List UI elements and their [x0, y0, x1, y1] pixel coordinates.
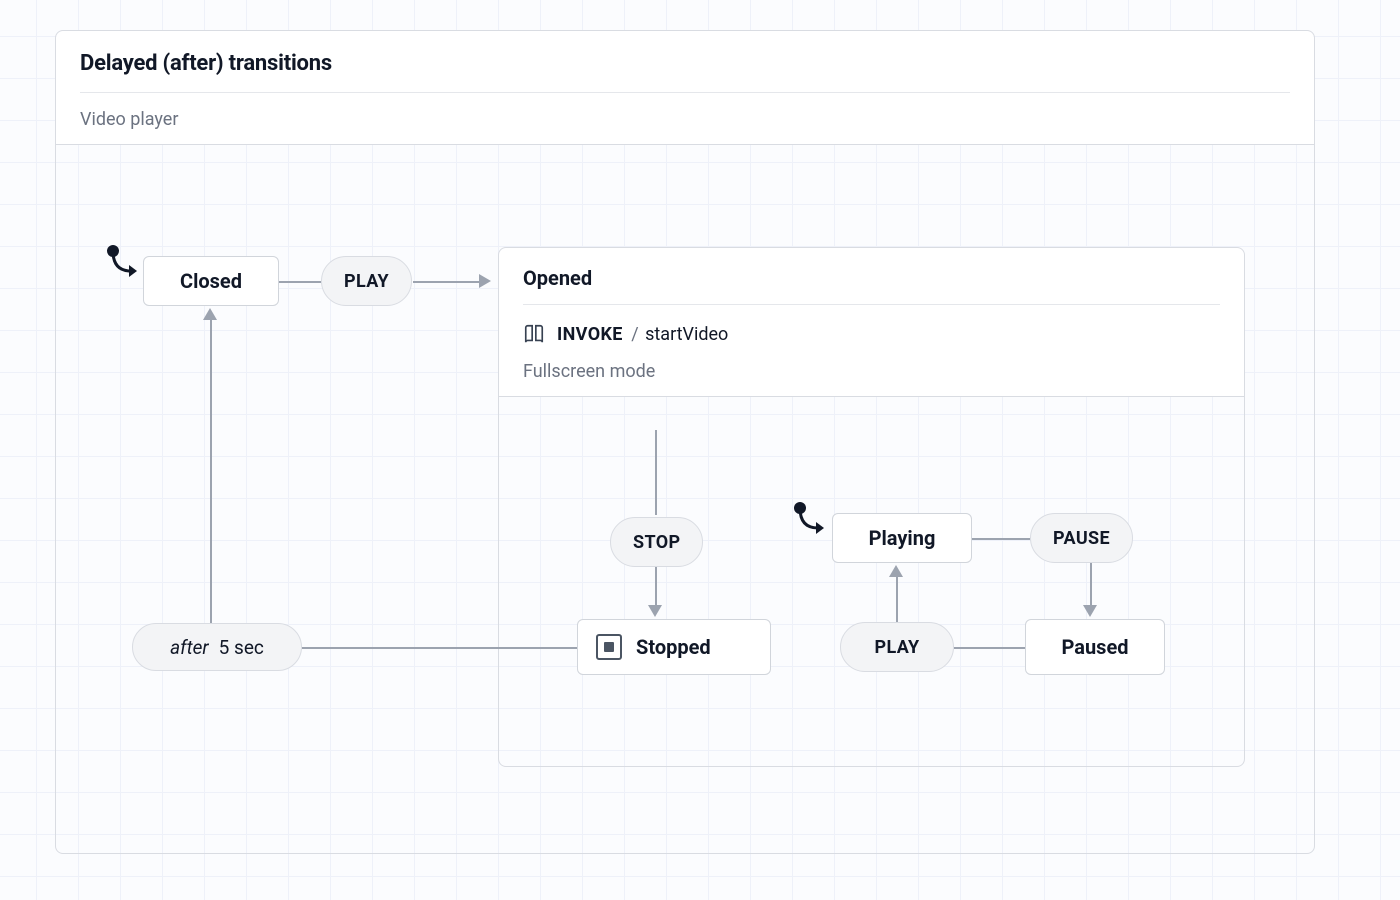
invoke-action: startVideo	[645, 324, 728, 345]
event-stop[interactable]: STOP	[610, 517, 703, 567]
state-opened-invoke: INVOKE / startVideo	[523, 305, 1220, 345]
state-paused[interactable]: Paused	[1025, 619, 1165, 675]
diagram-title: Delayed (after) transitions	[80, 51, 1290, 93]
event-after[interactable]: after 5 sec	[132, 623, 302, 671]
root-header: Delayed (after) transitions Video player	[56, 31, 1314, 145]
edge-pause-to-paused	[1090, 563, 1092, 607]
state-opened-note: Fullscreen mode	[523, 345, 1220, 382]
state-opened-title: Opened	[523, 266, 1220, 305]
edge-play-to-playing	[896, 577, 898, 622]
invoke-keyword: INVOKE	[557, 324, 623, 345]
invoke-slash: /	[631, 324, 638, 345]
diagram-subtitle: Video player	[80, 93, 1290, 130]
arrowhead-icon	[1083, 605, 1097, 617]
edge-stop-to-stopped	[655, 567, 657, 607]
state-stopped[interactable]: Stopped	[577, 619, 771, 675]
event-pause-label: PAUSE	[1053, 528, 1110, 549]
edge-stopped-to-after	[302, 647, 577, 649]
edge-opened-to-stop	[655, 430, 657, 515]
event-after-keyword: after	[170, 636, 208, 659]
state-closed-label: Closed	[180, 269, 242, 293]
arrowhead-icon	[203, 308, 217, 320]
state-opened[interactable]: Opened INVOKE / startVideo Fullscreen mo…	[498, 247, 1245, 767]
arrowhead-icon	[648, 605, 662, 617]
arrowhead-icon	[889, 565, 903, 577]
edge-playing-to-pause	[972, 538, 1030, 540]
event-play-outer-label: PLAY	[344, 271, 389, 292]
state-stopped-label: Stopped	[636, 635, 711, 659]
initial-state-marker-icon	[103, 243, 145, 285]
arrowhead-icon	[479, 274, 491, 288]
event-after-value: 5 sec	[219, 636, 264, 659]
edge-after-to-closed	[210, 320, 212, 623]
edge-paused-to-play	[954, 647, 1025, 649]
event-play-outer[interactable]: PLAY	[321, 256, 412, 306]
book-icon	[523, 323, 545, 345]
final-state-icon	[596, 634, 622, 660]
edge-closed-to-play	[279, 281, 321, 283]
event-stop-label: STOP	[633, 532, 680, 553]
event-pause[interactable]: PAUSE	[1030, 513, 1133, 563]
edge-play-to-opened	[413, 281, 479, 283]
initial-state-marker-icon	[790, 500, 832, 542]
state-opened-header: Opened INVOKE / startVideo Fullscreen mo…	[499, 248, 1244, 397]
state-paused-label: Paused	[1061, 635, 1128, 659]
state-closed[interactable]: Closed	[143, 256, 279, 306]
state-playing-label: Playing	[869, 526, 936, 550]
event-play-inner-label: PLAY	[874, 637, 919, 658]
event-play-inner[interactable]: PLAY	[840, 622, 954, 672]
state-playing[interactable]: Playing	[832, 513, 972, 563]
